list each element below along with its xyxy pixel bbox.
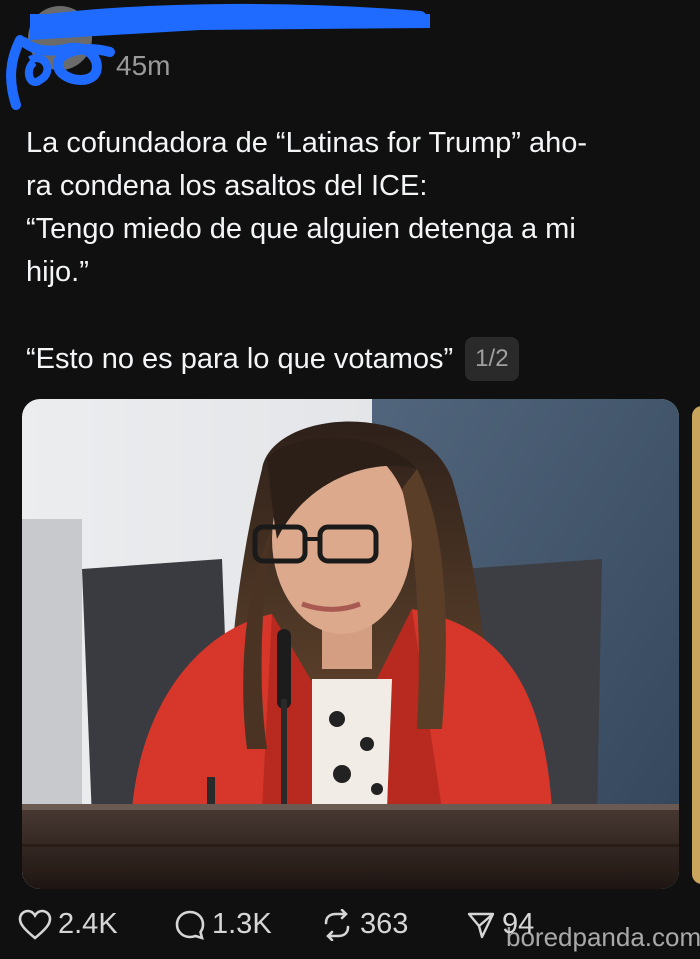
post-body: La cofundadora de “Latinas for Trump” ah… [26,122,686,381]
repost-count: 363 [360,908,409,940]
next-photo-peek[interactable] [692,406,700,884]
post-text-line: ra condena los asaltos del ICE: [26,170,428,202]
like-button[interactable]: 2.4K [18,908,118,941]
page-indicator: 1/2 [465,337,519,381]
send-icon [467,912,495,938]
post-quote: “Esto no es para lo que votamos” [26,342,454,375]
repost-button[interactable]: 363 [320,908,408,941]
redaction-scribble [6,3,430,110]
post-text-line: La cofundadora de “Latinas for Trump” ah… [26,127,587,159]
watermark: boredpanda.com [506,922,700,952]
quote-line: “Esto no es para lo que votamos” 1/2 [26,337,686,381]
reply-count: 1.3K [212,908,272,940]
post-header: 45m [0,0,700,110]
reply-button[interactable]: 1.3K [174,908,272,941]
photo-illustration [22,399,679,889]
post-text-line: hijo.” [26,256,89,288]
like-count: 2.4K [58,908,118,940]
heart-icon [18,909,52,940]
post-timestamp: 45m [116,50,171,81]
repost-icon [324,908,350,941]
post-photo[interactable] [22,399,679,889]
post-text-line: “Tengo miedo de que alguien detenga a mi [26,213,576,245]
comment-icon [175,910,205,940]
